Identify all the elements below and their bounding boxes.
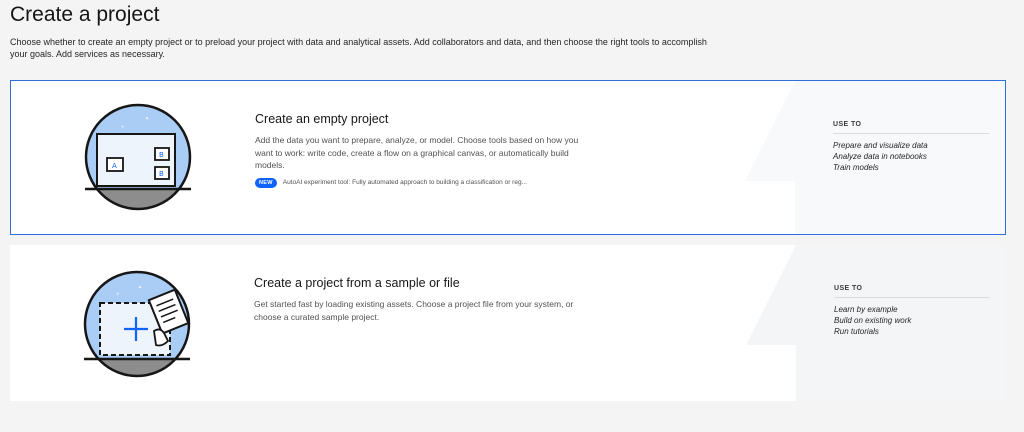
card-body: Create an empty project Add the data you… [255,112,595,188]
svg-text:B: B [159,170,164,178]
page-title: Create a project [10,3,160,26]
page-description: Choose whether to create an empty projec… [10,37,707,59]
create-empty-project-card[interactable]: A B B + ✦ Create an empty project Add th… [10,80,1006,235]
panel-slant [746,245,796,345]
usage-heading: USE TO [833,121,989,134]
new-feature-row: NEW AutoAI experiment tool: Fully automa… [255,177,595,188]
card-description: Get started fast by loading existing ass… [254,299,574,322]
svg-text:A: A [112,162,117,170]
new-badge: NEW [255,177,277,188]
svg-text:B: B [159,151,164,159]
svg-text:+: + [116,292,120,298]
usage-item: Build on existing work [834,316,912,325]
usage-item: Run tutorials [834,327,879,336]
card-title: Create an empty project [255,112,389,126]
card-body: Create a project from a sample or file G… [254,276,594,323]
create-project-from-sample-card[interactable]: + ✦ Create a project from a sample or fi… [10,245,1006,401]
usage-panel: USE TO Learn by example Build on existin… [746,245,1006,401]
empty-project-illustration: A B B + ✦ [84,103,192,211]
usage-item: Analyze data in notebooks [833,152,927,161]
usage-item: Prepare and visualize data [833,141,928,150]
sample-project-illustration: + ✦ [83,270,191,378]
usage-item: Learn by example [834,305,898,314]
panel-slant [745,81,795,181]
svg-text:✦: ✦ [145,116,149,122]
new-feature-text: AutoAI experiment tool: Fully automated … [282,179,527,186]
usage-heading: USE TO [834,285,990,298]
card-description: Add the data you want to prepare, analyz… [255,135,579,170]
usage-item: Train models [833,163,879,172]
svg-text:✦: ✦ [138,285,142,291]
svg-text:+: + [121,125,125,131]
usage-panel: USE TO Prepare and visualize data Analyz… [745,81,1005,234]
card-title: Create a project from a sample or file [254,276,460,290]
